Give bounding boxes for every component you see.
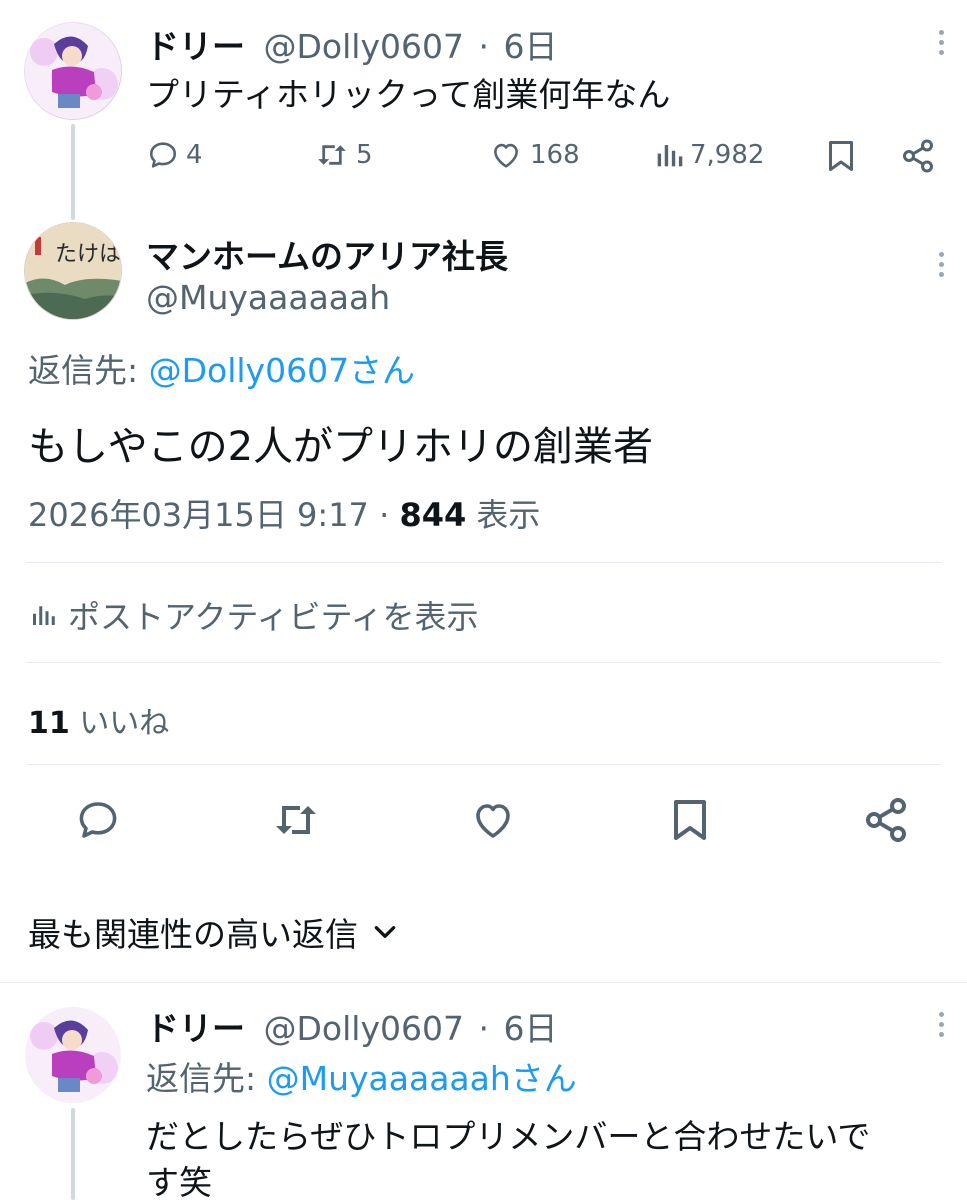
divider bbox=[0, 982, 967, 983]
reply-to-prefix: 返信先: bbox=[28, 351, 149, 390]
tweet-text: もしやこの2人がプリホリの創業者 bbox=[28, 424, 654, 470]
reply-icon bbox=[79, 802, 117, 838]
views-count: 7,982 bbox=[690, 140, 765, 170]
avatar-dolly[interactable] bbox=[24, 1006, 122, 1104]
timestamp[interactable]: 6日 bbox=[503, 27, 557, 66]
avatar-dolly[interactable] bbox=[24, 22, 122, 120]
reply-to-handle[interactable]: @Dolly0607さん bbox=[149, 351, 415, 390]
retweet-count: 5 bbox=[356, 140, 373, 170]
share-button[interactable] bbox=[900, 138, 936, 174]
more-options-icon[interactable] bbox=[936, 30, 946, 55]
divider bbox=[26, 662, 941, 663]
avatar-muyaaaaaah[interactable]: たけはらの塩 bbox=[24, 222, 122, 320]
bookmark-icon bbox=[829, 141, 853, 171]
more-options-icon[interactable] bbox=[936, 252, 946, 277]
thread-line bbox=[71, 124, 75, 220]
retweet-icon bbox=[276, 806, 316, 834]
author-name[interactable]: ドリー bbox=[146, 1009, 245, 1048]
likes-count: 11 bbox=[28, 706, 70, 741]
like-button[interactable] bbox=[468, 796, 518, 844]
views-label: 表示 bbox=[466, 496, 541, 534]
like-count: 168 bbox=[530, 140, 580, 170]
post-activity-label: ポストアクティビティを表示 bbox=[68, 598, 479, 636]
share-icon bbox=[866, 798, 906, 842]
views-count: 844 bbox=[399, 496, 467, 534]
tweet-text: プリティホリックって創業何年なん bbox=[146, 75, 671, 114]
author-handle[interactable]: @Dolly0607 bbox=[264, 27, 464, 66]
tweet-text-line-2: す笑 bbox=[146, 1163, 212, 1200]
share-button[interactable] bbox=[862, 796, 910, 844]
timestamp[interactable]: 6日 bbox=[503, 1009, 557, 1048]
separator: · bbox=[478, 1009, 489, 1048]
heart-icon bbox=[476, 804, 510, 838]
heart-icon bbox=[494, 143, 518, 168]
more-options-icon[interactable] bbox=[936, 1012, 946, 1037]
author-name[interactable]: マンホームのアリア社長 bbox=[146, 230, 508, 278]
timestamp[interactable]: 2026年03月15日 9:17 · bbox=[28, 496, 399, 534]
reply-count: 4 bbox=[186, 140, 203, 170]
reply-icon bbox=[149, 142, 177, 168]
like-button[interactable]: 168 bbox=[488, 138, 580, 172]
share-icon bbox=[903, 139, 933, 173]
author-handle[interactable]: @Muyaaaaaah bbox=[146, 278, 390, 317]
retweet-icon bbox=[318, 145, 346, 165]
analytics-icon bbox=[657, 145, 683, 167]
bookmark-button[interactable] bbox=[670, 796, 710, 844]
divider bbox=[26, 562, 941, 563]
post-activity-link[interactable]: ポストアクティビティを表示 bbox=[28, 592, 479, 638]
analytics-icon bbox=[33, 606, 55, 625]
views-button[interactable]: 7,982 bbox=[654, 138, 764, 172]
reply-to: 返信先: @Muyaaaaaahさん bbox=[146, 1052, 577, 1100]
retweet-button[interactable]: 5 bbox=[314, 138, 373, 172]
author-handle[interactable]: @Dolly0607 bbox=[264, 1009, 464, 1048]
tweet-header: ドリー @Dolly0607 · 6日 bbox=[146, 1002, 557, 1050]
divider bbox=[26, 764, 941, 765]
reply-to-handle[interactable]: @Muyaaaaaahさん bbox=[267, 1059, 577, 1098]
retweet-button[interactable] bbox=[270, 796, 322, 844]
chevron-down-icon bbox=[374, 926, 396, 938]
reply-to-prefix: 返信先: bbox=[146, 1059, 267, 1098]
tweet-meta: 2026年03月15日 9:17 · 844 表示 bbox=[28, 490, 540, 536]
likes-label: いいね bbox=[69, 706, 170, 741]
reply-button[interactable]: 4 bbox=[146, 138, 203, 172]
bookmark-button[interactable] bbox=[826, 138, 856, 174]
reply-button[interactable] bbox=[74, 796, 122, 844]
likes-summary[interactable]: 11 いいね bbox=[28, 698, 169, 742]
sort-replies-dropdown[interactable]: 最も関連性の高い返信 bbox=[28, 908, 398, 956]
separator: · bbox=[478, 27, 489, 66]
reply-to: 返信先: @Dolly0607さん bbox=[28, 344, 415, 392]
tweet-text-line-1: だとしたらぜひトロプリメンバーと合わせたいで bbox=[146, 1117, 871, 1156]
tweet-header: ドリー @Dolly0607 · 6日 bbox=[146, 20, 557, 68]
sort-label: 最も関連性の高い返信 bbox=[28, 915, 358, 954]
svg-text:たけはらの塩: たけはらの塩 bbox=[55, 242, 122, 267]
bookmark-icon bbox=[674, 800, 706, 840]
thread-line bbox=[71, 1108, 75, 1200]
author-name[interactable]: ドリー bbox=[146, 27, 245, 66]
